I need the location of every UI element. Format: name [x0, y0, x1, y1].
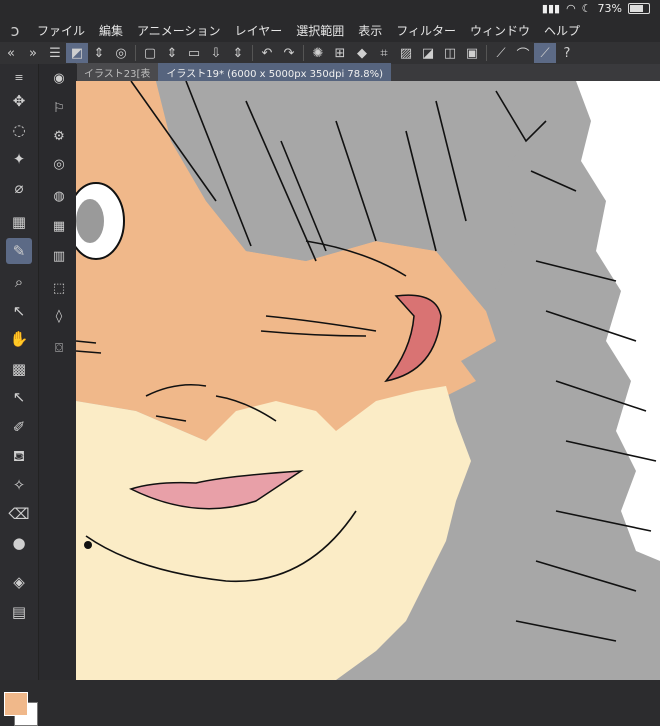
tab-illust19[interactable]: イラスト19* (6000 x 5000px 350dpi 78.8%) [158, 63, 392, 82]
stepper-icon[interactable]: ⇕ [227, 43, 249, 63]
foreground-color-swatch[interactable] [4, 692, 28, 716]
signal-icon: ▮▮▮ [541, 2, 561, 15]
timeline-icon[interactable]: ▥ [47, 244, 71, 268]
tone-icon[interactable]: ▩ [6, 356, 32, 382]
subtool-panel: ◉ ⚐ ⚙ ◎ ◍ ▦ ▥ ⬚ ◊ ⌼ [38, 64, 77, 680]
collapse-tools-icon[interactable]: ≡ [6, 64, 32, 90]
clear-selection-icon[interactable]: ▨ [395, 43, 417, 63]
drawing-canvas[interactable] [76, 81, 660, 680]
tool-panel: ≡ ✥ ◌ ✦ ⌀ ▦ ✎ ⌕ ↖ ✋ ▩ ↖ ✐ ⛾ ✧ ⌫ ● ◈ ▤ [0, 64, 38, 726]
help-icon[interactable]: ? [556, 43, 578, 63]
color-set-icon[interactable]: ▦ [47, 214, 71, 238]
color-palette-icon[interactable]: ▦ [6, 209, 32, 235]
redo-icon[interactable]: ↷ [278, 43, 300, 63]
undo-icon[interactable]: ↶ [256, 43, 278, 63]
zoom-icon[interactable]: ⌕ [6, 269, 32, 295]
layers-icon[interactable]: ◊ [47, 304, 71, 328]
artwork [76, 81, 660, 680]
wifi-icon: ◠ [566, 2, 576, 15]
menu-help[interactable]: ヘルプ [537, 22, 587, 39]
move-icon[interactable]: ✥ [6, 88, 32, 114]
color-wheel-icon[interactable]: ◍ [47, 184, 71, 208]
stepper-icon[interactable]: ⇕ [88, 43, 110, 63]
separator [135, 45, 136, 61]
menu-bar: ↄ ファイル 編集 アニメーション レイヤー 選択範囲 表示 フィルター ウィン… [0, 18, 660, 42]
separator [303, 45, 304, 61]
open-folder-icon[interactable]: ▭ [183, 43, 205, 63]
gradient-icon[interactable]: ▤ [6, 599, 32, 625]
moon-icon: ☾ [581, 2, 592, 15]
separator [252, 45, 253, 61]
brush-icon[interactable]: ✐ [6, 414, 32, 440]
menu-file[interactable]: ファイル [30, 22, 92, 39]
layer-select-icon[interactable]: ◩ [66, 43, 88, 63]
document-tabs: イラスト23[表 イラスト19* (6000 x 5000px 350dpi 7… [76, 63, 660, 82]
app-logo-icon[interactable]: ↄ [0, 21, 30, 40]
blend-icon[interactable]: ● [6, 530, 32, 556]
bucket-icon[interactable]: ◈ [6, 569, 32, 595]
layer-property-icon[interactable]: ⬚ [47, 276, 71, 300]
menu-selection[interactable]: 選択範囲 [289, 22, 351, 39]
menu-animation[interactable]: アニメーション [130, 22, 228, 39]
hamburger-menu-icon[interactable]: ☰ [44, 43, 66, 63]
menu-edit[interactable]: 編集 [92, 22, 130, 39]
stepper-icon[interactable]: ⇕ [161, 43, 183, 63]
eyedropper-icon[interactable]: ⌀ [6, 175, 32, 201]
command-bar: « » ☰ ◩ ⇕ ◎ ▢ ⇕ ▭ ⇩ ⇕ ↶ ↷ ✺ ⊞ ◆ ⌗ ▨ ◪ ◫ … [0, 42, 660, 64]
battery-icon [628, 3, 650, 14]
hand-icon[interactable]: ✋ [6, 326, 32, 352]
status-indicators: ▮▮▮ ◠ ☾ 73% [542, 2, 650, 15]
collapse-right-icon[interactable]: » [22, 43, 44, 63]
lasso-icon[interactable]: ◌ [6, 117, 32, 143]
magic-wand-icon[interactable]: ✦ [6, 146, 32, 172]
invert-selection-icon[interactable]: ◪ [417, 43, 439, 63]
subtool-icon[interactable]: ⚐ [47, 96, 71, 120]
loading-icon[interactable]: ✺ [307, 43, 329, 63]
menu-layer[interactable]: レイヤー [228, 22, 290, 39]
ruler-icon[interactable]: ⟋ [490, 43, 512, 63]
new-canvas-icon[interactable]: ▢ [139, 43, 161, 63]
pen-icon[interactable]: ✎ [6, 238, 32, 264]
select-object-icon[interactable]: ↖ [6, 298, 32, 324]
deselect-icon[interactable]: ▣ [461, 43, 483, 63]
sparkle-icon[interactable]: ✧ [6, 472, 32, 498]
collapse-left-icon[interactable]: « [0, 43, 22, 63]
menu-window[interactable]: ウィンドウ [463, 22, 537, 39]
operation-icon[interactable]: ↖ [6, 384, 32, 410]
brush-size-icon[interactable]: ◎ [47, 152, 71, 176]
brush-icon[interactable]: ⌒ [512, 43, 534, 63]
tab-illust23[interactable]: イラスト23[表 [76, 63, 159, 82]
separator [486, 45, 487, 61]
active-ruler-icon[interactable]: ⟋ [534, 43, 556, 63]
battery-percent: 73% [597, 2, 622, 15]
save-icon[interactable]: ⇩ [205, 43, 227, 63]
crop-icon[interactable]: ⌗ [373, 43, 395, 63]
spiral-icon[interactable]: ◎ [110, 43, 132, 63]
navigator-icon[interactable]: ◉ [47, 66, 71, 90]
menu-view[interactable]: 表示 [351, 22, 389, 39]
eraser-icon[interactable]: ⌫ [6, 501, 32, 527]
camera-icon[interactable]: ⌼ [47, 336, 71, 360]
fill-bucket-icon[interactable]: ◆ [351, 43, 373, 63]
select-all-icon[interactable]: ◫ [439, 43, 461, 63]
menu-filter[interactable]: フィルター [389, 22, 463, 39]
transform-icon[interactable]: ⊞ [329, 43, 351, 63]
fill-icon[interactable]: ⛾ [6, 444, 32, 470]
status-bar: ▮▮▮ ◠ ☾ 73% [0, 0, 660, 18]
tool-property-icon[interactable]: ⚙ [47, 124, 71, 148]
